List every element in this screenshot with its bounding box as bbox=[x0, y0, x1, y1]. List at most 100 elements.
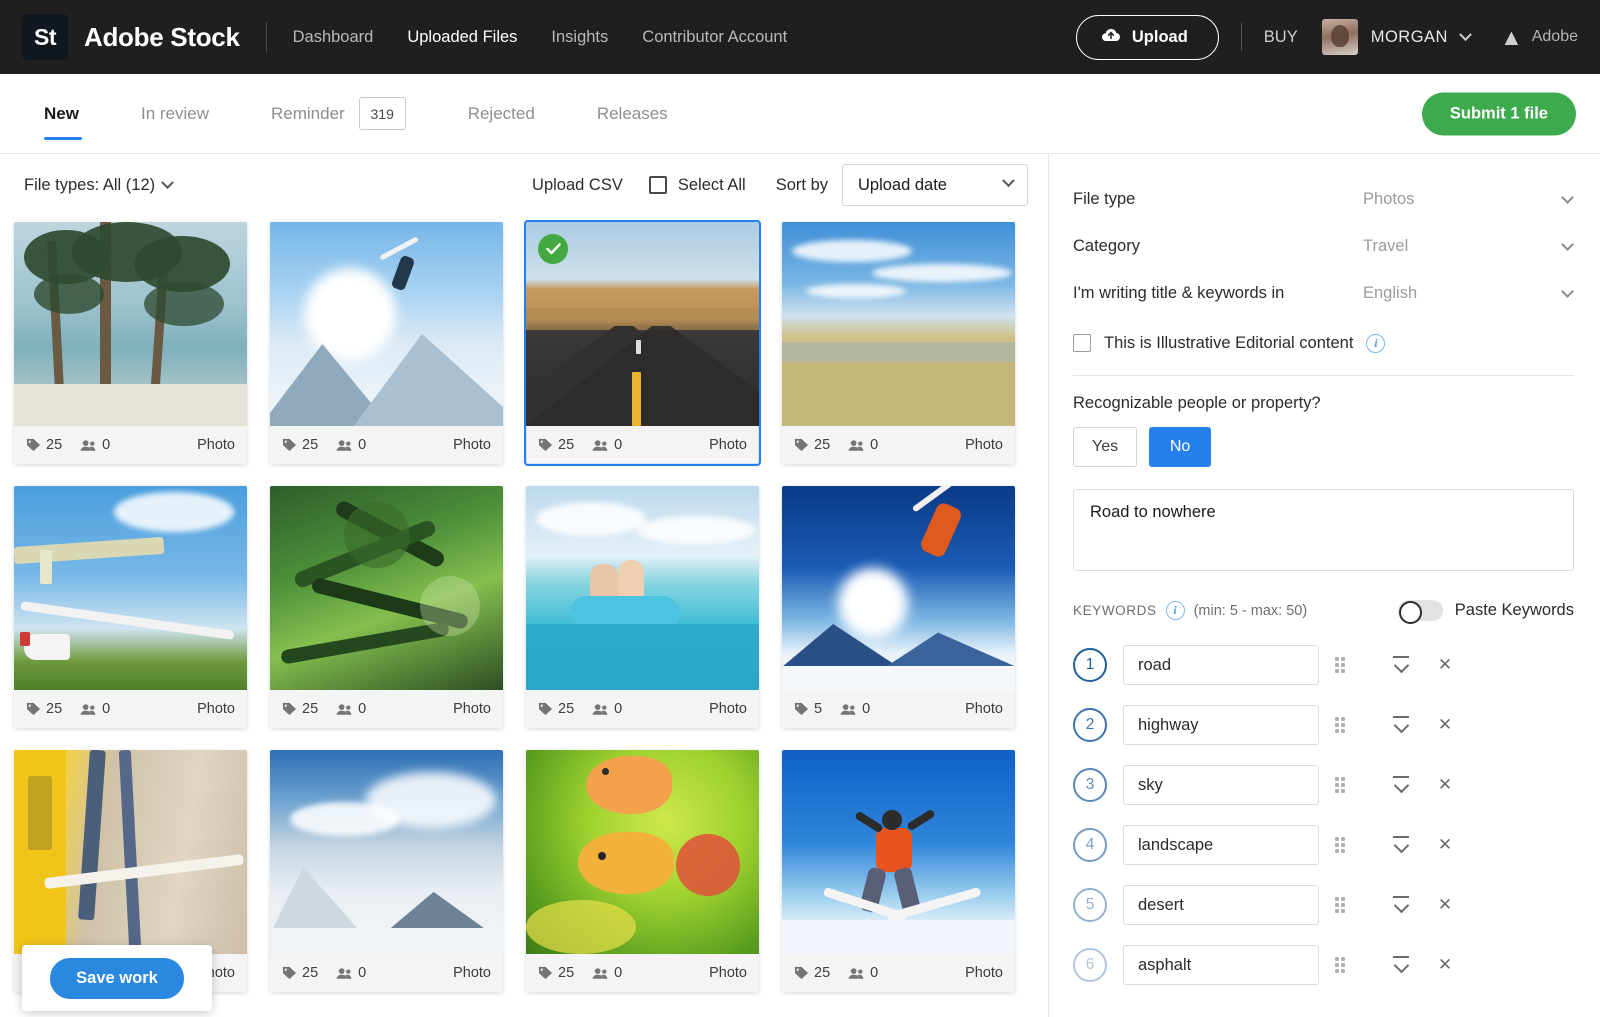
file-card[interactable]: 25 0 Photo bbox=[782, 222, 1015, 464]
people-count: 0 bbox=[848, 437, 878, 453]
recognizable-yes-button[interactable]: Yes bbox=[1073, 427, 1138, 467]
file-type-badge: Photo bbox=[709, 965, 747, 981]
save-work-card: Save work bbox=[22, 945, 212, 1011]
user-menu[interactable]: MORGAN bbox=[1321, 19, 1472, 55]
submit-files-button[interactable]: Submit 1 file bbox=[1421, 92, 1576, 135]
file-thumbnail bbox=[526, 486, 759, 690]
file-card[interactable]: 25 0 Photo bbox=[782, 750, 1015, 992]
tab-rejected[interactable]: Rejected bbox=[437, 75, 566, 153]
keyword-count: 25 bbox=[538, 701, 574, 717]
recognizable-no-button[interactable]: No bbox=[1149, 427, 1212, 467]
tab-releases[interactable]: Releases bbox=[566, 75, 699, 153]
file-card[interactable]: 25 0 Photo bbox=[526, 750, 759, 992]
file-card[interactable]: 25 0 Photo bbox=[270, 222, 503, 464]
reminder-count-badge[interactable]: 319 bbox=[358, 97, 406, 130]
select-all-label: Select All bbox=[677, 175, 746, 194]
remove-keyword-icon[interactable]: ✕ bbox=[1423, 655, 1467, 675]
keyword-count-value: 25 bbox=[302, 965, 319, 981]
language-row[interactable]: I'm writing title & keywords in English bbox=[1073, 270, 1574, 317]
illustrative-editorial-checkbox[interactable] bbox=[1073, 334, 1091, 352]
chevron-down-icon[interactable] bbox=[1561, 285, 1574, 298]
drag-handle-icon[interactable] bbox=[1335, 837, 1379, 853]
file-card-footer: 25 0 Photo bbox=[782, 426, 1015, 464]
info-icon[interactable]: i bbox=[1366, 333, 1386, 353]
move-to-top-icon[interactable] bbox=[1379, 655, 1423, 675]
remove-keyword-icon[interactable]: ✕ bbox=[1423, 955, 1467, 975]
chevron-down-icon bbox=[1002, 173, 1015, 187]
remove-keyword-icon[interactable]: ✕ bbox=[1423, 775, 1467, 795]
keyword-actions: ✕ bbox=[1335, 715, 1467, 735]
move-to-top-icon[interactable] bbox=[1379, 715, 1423, 735]
people-icon bbox=[840, 703, 857, 716]
keyword-input[interactable] bbox=[1123, 825, 1319, 865]
keyword-input[interactable] bbox=[1123, 765, 1319, 805]
chevron-down-icon bbox=[1459, 27, 1472, 41]
sort-by-value: Upload date bbox=[858, 175, 947, 194]
file-type-row[interactable]: File type Photos bbox=[1073, 176, 1574, 223]
drag-handle-icon[interactable] bbox=[1335, 777, 1379, 793]
file-card[interactable]: 25 0 Photo bbox=[14, 486, 247, 728]
chevron-down-icon[interactable] bbox=[1561, 238, 1574, 251]
move-to-top-icon[interactable] bbox=[1379, 775, 1423, 795]
toggle-switch-icon[interactable] bbox=[1397, 600, 1443, 624]
keywords-list: 1 ✕ 2 ✕ 3 ✕ 4 ✕ 5 bbox=[1073, 635, 1574, 995]
upload-button[interactable]: Upload bbox=[1075, 14, 1219, 60]
people-count-value: 0 bbox=[614, 437, 623, 453]
select-all-checkbox[interactable] bbox=[648, 176, 667, 194]
tab-in-review[interactable]: In review bbox=[110, 75, 240, 153]
upload-csv-button[interactable]: Upload CSV bbox=[532, 176, 623, 195]
sort-by-select[interactable]: Upload date bbox=[842, 164, 1028, 206]
remove-keyword-icon[interactable]: ✕ bbox=[1423, 835, 1467, 855]
drag-handle-icon[interactable] bbox=[1335, 657, 1379, 673]
keywords-info-icon[interactable]: i bbox=[1165, 601, 1185, 620]
adobe-stock-logo-icon[interactable]: St bbox=[22, 14, 68, 60]
recognizable-question-label: Recognizable people or property? bbox=[1073, 394, 1321, 412]
drag-handle-icon[interactable] bbox=[1335, 717, 1379, 733]
category-row[interactable]: Category Travel bbox=[1073, 223, 1574, 270]
file-card[interactable]: 25 0 Photo bbox=[524, 220, 761, 466]
file-card[interactable]: 25 0 Photo bbox=[270, 750, 503, 992]
keyword-input[interactable] bbox=[1123, 945, 1319, 985]
people-icon bbox=[336, 703, 353, 716]
keyword-actions: ✕ bbox=[1335, 775, 1467, 795]
paste-keywords-toggle[interactable]: Paste Keywords bbox=[1397, 600, 1574, 624]
title-input[interactable] bbox=[1073, 489, 1574, 571]
buy-link[interactable]: BUY bbox=[1264, 28, 1298, 47]
drag-handle-icon[interactable] bbox=[1335, 897, 1379, 913]
people-count-value: 0 bbox=[358, 965, 367, 981]
remove-keyword-icon[interactable]: ✕ bbox=[1423, 715, 1467, 735]
keyword-count: 25 bbox=[794, 437, 830, 453]
people-count: 0 bbox=[336, 965, 366, 981]
save-work-button[interactable]: Save work bbox=[50, 957, 184, 999]
drag-handle-icon[interactable] bbox=[1335, 957, 1379, 973]
keyword-input[interactable] bbox=[1123, 705, 1319, 745]
file-card[interactable]: 25 0 Photo bbox=[14, 222, 247, 464]
nav-link-contributor-account[interactable]: Contributor Account bbox=[642, 28, 787, 47]
file-thumbnail bbox=[782, 222, 1015, 426]
files-toolbar: File types: All (12) Upload CSV Select A… bbox=[0, 154, 1048, 216]
keyword-index: 4 bbox=[1073, 828, 1107, 862]
move-to-top-icon[interactable] bbox=[1379, 835, 1423, 855]
nav-link-dashboard[interactable]: Dashboard bbox=[293, 28, 374, 47]
file-types-filter[interactable]: File types: All (12) bbox=[24, 176, 175, 195]
remove-keyword-icon[interactable]: ✕ bbox=[1423, 895, 1467, 915]
tab-reminder[interactable]: Reminder 319 bbox=[240, 75, 437, 153]
file-card-footer: 25 0 Photo bbox=[270, 426, 503, 464]
selected-check-badge[interactable] bbox=[538, 234, 568, 264]
keyword-input[interactable] bbox=[1123, 885, 1319, 925]
recognizable-toggle-group: Yes No bbox=[1073, 427, 1574, 467]
people-icon bbox=[592, 439, 609, 452]
move-to-top-icon[interactable] bbox=[1379, 895, 1423, 915]
tab-new[interactable]: New bbox=[28, 75, 110, 153]
chevron-down-icon[interactable] bbox=[1561, 191, 1574, 204]
keyword-tag-icon bbox=[26, 438, 41, 452]
metadata-panel: File type Photos Category Travel I'm wri… bbox=[1048, 154, 1600, 1017]
file-card[interactable]: 25 0 Photo bbox=[526, 486, 759, 728]
nav-link-insights[interactable]: Insights bbox=[551, 28, 608, 47]
move-to-top-icon[interactable] bbox=[1379, 955, 1423, 975]
keyword-input[interactable] bbox=[1123, 645, 1319, 685]
nav-link-uploaded-files[interactable]: Uploaded Files bbox=[407, 28, 517, 47]
file-card[interactable]: 5 0 Photo bbox=[782, 486, 1015, 728]
file-card[interactable]: 25 0 Photo bbox=[270, 486, 503, 728]
select-all-control[interactable]: Select All bbox=[648, 175, 746, 195]
